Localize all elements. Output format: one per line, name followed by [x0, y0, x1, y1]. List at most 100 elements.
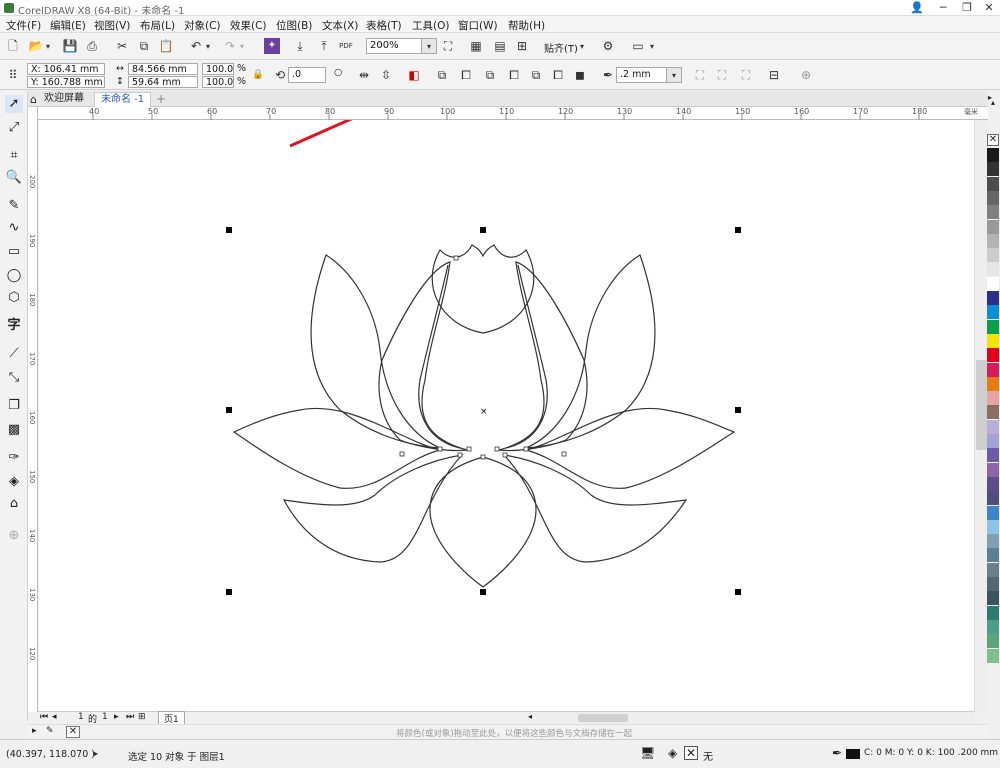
- color-swatch[interactable]: [987, 476, 999, 491]
- color-swatch[interactable]: [987, 562, 999, 577]
- zoom-tool-icon[interactable]: 🔍: [5, 169, 23, 187]
- next-page-icon[interactable]: ▸: [114, 712, 119, 722]
- color-swatch[interactable]: [987, 176, 999, 191]
- color-swatch[interactable]: [987, 634, 999, 649]
- lock-ratio-icon[interactable]: 🔒: [252, 69, 264, 80]
- outline-width-field[interactable]: .2 mm: [616, 67, 668, 83]
- color-swatch[interactable]: [987, 505, 999, 520]
- import-icon[interactable]: ⤓: [292, 38, 308, 54]
- menu-edit[interactable]: 编辑(E): [50, 18, 86, 33]
- color-swatch[interactable]: [987, 148, 999, 162]
- open-icon[interactable]: 📂: [28, 38, 44, 54]
- show-guidelines-icon[interactable]: ⊞: [514, 38, 530, 54]
- connector-tool-icon[interactable]: ⤡: [5, 369, 23, 387]
- color-swatch[interactable]: [987, 434, 999, 448]
- redo-dropdown-icon[interactable]: ▾: [240, 43, 250, 51]
- launcher-dropdown-icon[interactable]: ▾: [650, 43, 660, 51]
- vertical-scrollbar[interactable]: [974, 120, 988, 712]
- rectangle-tool-icon[interactable]: ▭: [5, 243, 23, 261]
- color-swatch[interactable]: [987, 205, 999, 220]
- restore-button[interactable]: ❐: [956, 0, 978, 16]
- object-origin-icon[interactable]: ⠿: [5, 67, 21, 83]
- color-swatch[interactable]: [987, 519, 999, 534]
- snap-to-menu[interactable]: 贴齐(T): [544, 40, 578, 55]
- smart-fill-icon[interactable]: ⌂: [5, 495, 23, 513]
- pick-tool-icon[interactable]: ➚: [5, 95, 23, 113]
- x-position-field[interactable]: X: 106.41 mm: [27, 63, 105, 75]
- group-icon[interactable]: ⛶: [692, 67, 708, 83]
- menu-effects[interactable]: 效果(C): [230, 18, 267, 33]
- minimize-button[interactable]: ─: [932, 0, 954, 16]
- color-swatch[interactable]: [987, 619, 999, 634]
- trim-icon[interactable]: ⧠: [458, 67, 474, 83]
- palette-up-icon[interactable]: ▴: [987, 98, 999, 110]
- text-tool-icon[interactable]: 字: [5, 317, 23, 335]
- weld-icon[interactable]: ⧉: [434, 67, 450, 83]
- full-screen-icon[interactable]: ⛶: [440, 38, 456, 54]
- menu-view[interactable]: 视图(V): [94, 18, 130, 33]
- menu-object[interactable]: 对象(C): [184, 18, 221, 33]
- pdf-icon[interactable]: PDF: [338, 38, 354, 54]
- ellipse-tool-icon[interactable]: ◯: [5, 267, 23, 285]
- menu-help[interactable]: 帮助(H): [508, 18, 545, 33]
- color-swatch[interactable]: [987, 491, 999, 506]
- color-swatch[interactable]: [987, 391, 999, 406]
- interactive-fill-icon[interactable]: ◈: [5, 473, 23, 491]
- cut-icon[interactable]: ✂: [114, 38, 130, 54]
- rotation-angle-field[interactable]: .0: [288, 67, 326, 83]
- color-swatch[interactable]: [987, 376, 999, 391]
- scale-y-field[interactable]: 100.0: [202, 76, 234, 88]
- export-icon[interactable]: ⤒: [316, 38, 332, 54]
- show-grid-icon[interactable]: ▤: [492, 38, 508, 54]
- zoom-level-field[interactable]: 200%: [366, 38, 422, 54]
- home-icon[interactable]: ⌂: [30, 93, 37, 106]
- create-boundary-icon[interactable]: ◼: [572, 67, 588, 83]
- color-swatch[interactable]: [987, 305, 999, 320]
- outline-pen-icon[interactable]: ✒: [600, 67, 616, 83]
- drop-shadow-icon[interactable]: ❐: [5, 397, 23, 415]
- mirror-horizontal-icon[interactable]: ⇹: [356, 67, 372, 83]
- search-content-icon[interactable]: ✦: [264, 38, 280, 54]
- ungroup-icon[interactable]: ⛶: [714, 67, 730, 83]
- outline-pen-icon[interactable]: ✒: [832, 746, 842, 760]
- color-swatch[interactable]: [987, 419, 999, 434]
- vertical-scroll-thumb[interactable]: [976, 360, 987, 450]
- artistic-media-icon[interactable]: ∿: [5, 219, 23, 237]
- scroll-left-icon[interactable]: ◂: [528, 712, 532, 721]
- eyedropper-icon[interactable]: ✑: [5, 449, 23, 467]
- menu-window[interactable]: 窗口(W): [458, 18, 498, 33]
- scale-x-field[interactable]: 100.0: [202, 63, 234, 75]
- outline-width-dropdown-icon[interactable]: ▾: [666, 67, 682, 83]
- redo-icon[interactable]: ↷: [222, 38, 238, 54]
- color-swatch[interactable]: [987, 348, 999, 363]
- user-icon[interactable]: 👤: [906, 0, 928, 16]
- polygon-tool-icon[interactable]: ⬡: [5, 289, 23, 307]
- no-color-swatch[interactable]: ✕: [987, 134, 999, 146]
- color-swatch[interactable]: [987, 233, 999, 248]
- mirror-vertical-icon[interactable]: ⇳: [378, 67, 394, 83]
- color-swatch[interactable]: [987, 648, 999, 663]
- paste-icon[interactable]: 📋: [158, 38, 174, 54]
- drawing-canvas[interactable]: ×: [39, 120, 974, 712]
- no-color-swatch[interactable]: ✕: [66, 726, 80, 738]
- application-launcher-icon[interactable]: ▭: [630, 38, 646, 54]
- height-field[interactable]: 59.64 mm: [128, 76, 198, 88]
- color-swatch[interactable]: [987, 462, 999, 477]
- color-swatch[interactable]: [987, 534, 999, 549]
- simplify-icon[interactable]: ⧠: [506, 67, 522, 83]
- new-document-icon[interactable]: 🗋: [5, 38, 21, 54]
- color-swatch[interactable]: [987, 548, 999, 563]
- color-swatch[interactable]: [987, 591, 999, 606]
- intersect-icon[interactable]: ⧉: [482, 67, 498, 83]
- menu-layout[interactable]: 布局(L): [140, 18, 175, 33]
- color-swatch[interactable]: [987, 276, 999, 291]
- color-swatch[interactable]: [987, 362, 999, 377]
- freehand-tool-icon[interactable]: ✎: [5, 197, 23, 215]
- back-minus-front-icon[interactable]: ⧠: [550, 67, 566, 83]
- combine-icon[interactable]: ◧: [406, 67, 422, 83]
- undo-icon[interactable]: ↶: [188, 38, 204, 54]
- color-swatch[interactable]: [987, 319, 999, 334]
- first-page-icon[interactable]: ⏮: [40, 712, 48, 722]
- color-swatch[interactable]: [987, 405, 999, 420]
- color-swatch[interactable]: [987, 219, 999, 234]
